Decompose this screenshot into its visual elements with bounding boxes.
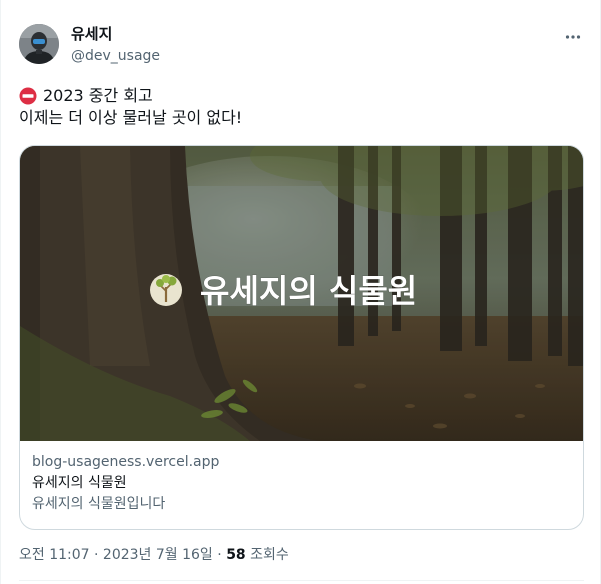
meta-separator: · <box>89 547 103 563</box>
tweet-text: 2023 중간 회고 이제는 더 이상 물러날 곳이 없다! <box>19 85 584 129</box>
avatar-image <box>19 24 59 64</box>
link-preview-card[interactable]: 유세지의 식물원 blog-usageness.vercel.app 유세지의 … <box>19 145 584 530</box>
card-image[interactable]: 유세지의 식물원 <box>20 146 583 441</box>
tweet-line-1: 2023 중간 회고 <box>19 85 584 107</box>
forest-image: 유세지의 식물원 <box>20 146 583 441</box>
tweet-line-2-text: 이제는 더 이상 물러날 곳이 없다! <box>19 108 243 127</box>
author-display-name[interactable]: 유세지 <box>71 24 160 44</box>
card-domain: blog-usageness.vercel.app <box>32 454 220 470</box>
avatar[interactable] <box>19 24 59 64</box>
card-title: 유세지의 식물원 <box>32 475 127 491</box>
card-info: blog-usageness.vercel.app 유세지의 식물원 유세지의 … <box>32 452 571 514</box>
tweet-detail: 유세지 @dev_usage 2023 중간 회고 이제는 더 이상 물러날 곳… <box>0 0 601 584</box>
more-options-button[interactable] <box>562 26 584 48</box>
tweet-meta: 오전 11:07 · 2023년 7월 16일 · 58 조회수 <box>19 545 289 565</box>
views-count[interactable]: 58 <box>226 547 245 563</box>
tweet-line-2: 이제는 더 이상 물러날 곳이 없다! <box>19 107 584 129</box>
author-handle[interactable]: @dev_usage <box>71 46 160 66</box>
author-names: 유세지 @dev_usage <box>71 24 160 66</box>
blog-logo-icon <box>150 274 182 306</box>
no-entry-icon <box>19 87 37 105</box>
divider <box>19 580 584 581</box>
card-description: 유세지의 식물원입니다 <box>32 496 166 512</box>
tweet-line-1-text: 2023 중간 회고 <box>43 86 153 105</box>
meta-separator-2: · <box>212 547 227 563</box>
more-dots-icon <box>565 35 581 39</box>
tweet-time[interactable]: 오전 11:07 <box>19 547 90 563</box>
tweet-header: 유세지 @dev_usage <box>19 24 584 68</box>
card-image-overlay-text: 유세지의 식물원 <box>200 272 417 310</box>
tweet-date[interactable]: 2023년 7월 16일 <box>103 547 213 563</box>
views-label[interactable]: 조회수 <box>246 547 289 563</box>
